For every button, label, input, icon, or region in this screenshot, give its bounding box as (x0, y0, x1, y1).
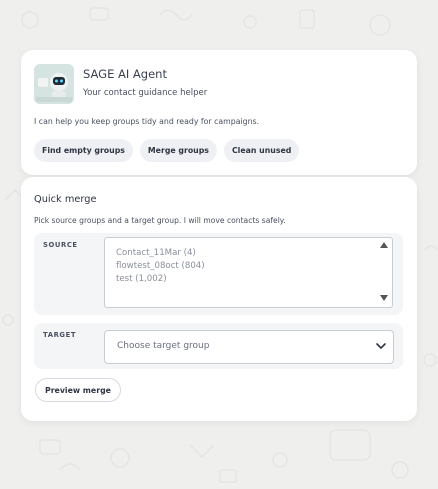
merge-groups-button[interactable]: Merge groups (139, 139, 217, 162)
quick-merge-title: Quick merge (34, 194, 97, 205)
agent-subtitle: Your contact guidance helper (83, 88, 208, 98)
chevron-down-icon (376, 343, 386, 349)
scroll-up-icon[interactable] (380, 242, 388, 248)
source-label: SOURCE (43, 241, 78, 249)
agent-intro-text: I can help you keep groups tidy and read… (34, 117, 260, 126)
target-group-select[interactable]: Choose target group (104, 330, 394, 364)
scroll-down-icon[interactable] (380, 295, 388, 301)
agent-name: SAGE AI Agent (83, 67, 167, 81)
suggestion-chips: Find empty groups Merge groups Clean unu… (34, 139, 300, 162)
source-option[interactable]: test (1,002) (116, 274, 167, 284)
robot-avatar-icon (34, 64, 74, 104)
source-option[interactable]: Contact_11Mar (4) (116, 248, 196, 258)
source-panel: SOURCE Contact_11Mar (4) flowtest_08oct … (34, 233, 403, 315)
source-option[interactable]: flowtest_08oct (804) (116, 261, 205, 271)
target-select-placeholder: Choose target group (117, 341, 210, 351)
quick-merge-description: Pick source groups and a target group. I… (34, 216, 286, 225)
clean-unused-button[interactable]: Clean unused (223, 139, 300, 162)
target-label: TARGET (43, 331, 77, 339)
target-panel: TARGET Choose target group (34, 323, 403, 369)
source-group-listbox[interactable]: Contact_11Mar (4) flowtest_08oct (804) t… (104, 237, 393, 308)
quick-merge-card: Quick merge Pick source groups and a tar… (21, 177, 417, 421)
preview-merge-button[interactable]: Preview merge (35, 378, 121, 402)
find-empty-groups-button[interactable]: Find empty groups (34, 139, 133, 162)
agent-card: SAGE AI Agent Your contact guidance help… (21, 50, 417, 175)
